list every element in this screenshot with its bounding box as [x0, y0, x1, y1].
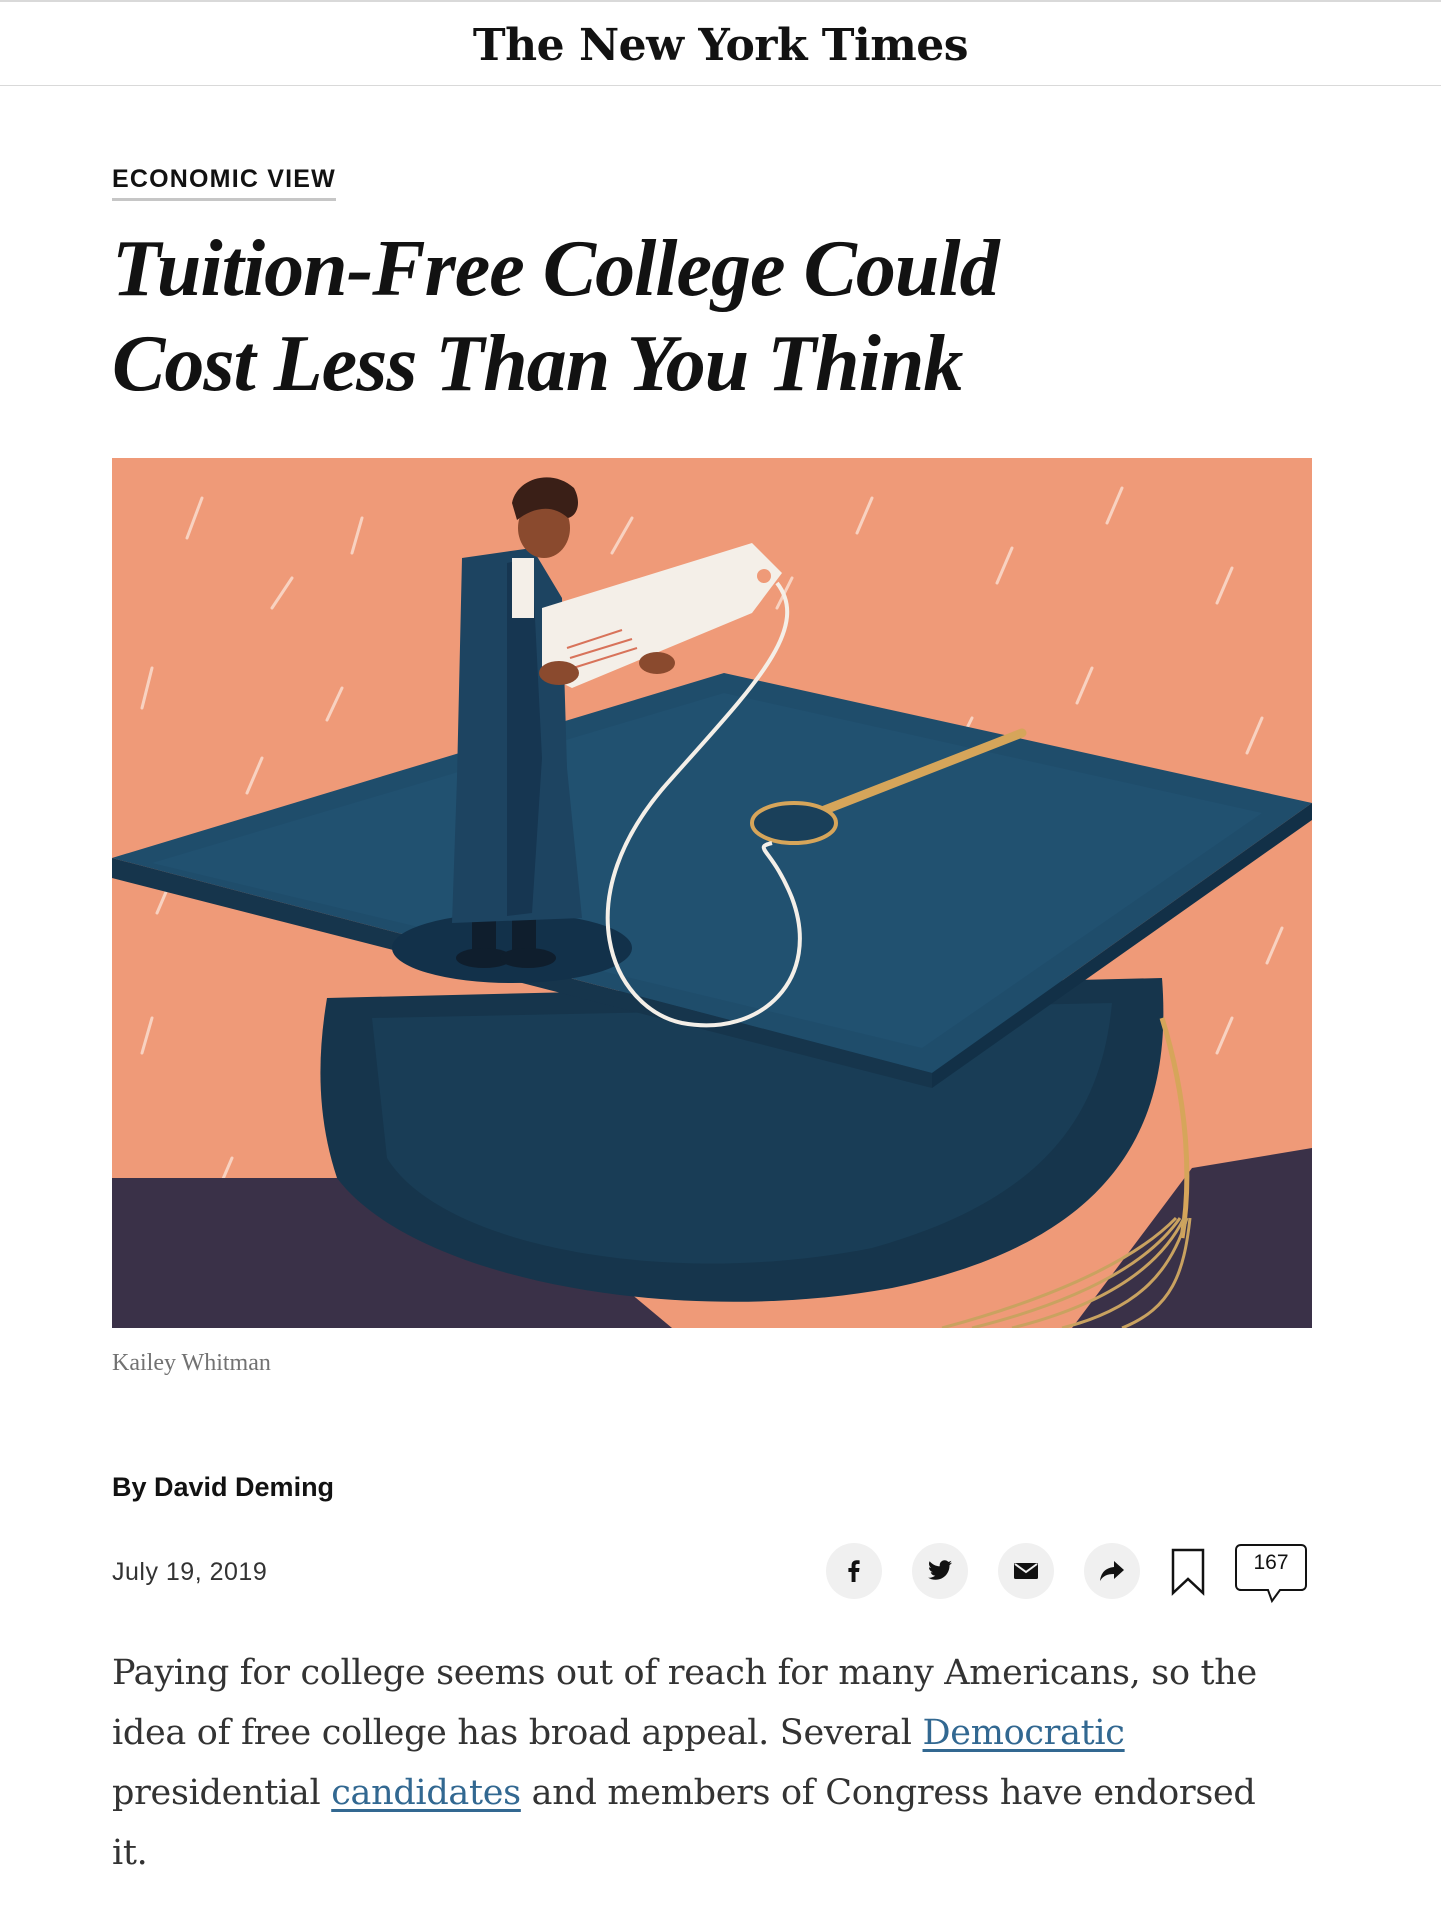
publish-date: July 19, 2019 — [112, 1558, 268, 1586]
nyt-logo[interactable]: The New York Times — [473, 20, 969, 71]
candidates-link[interactable]: candidates — [331, 1773, 521, 1813]
image-credit: Kailey Whitman — [112, 1350, 271, 1376]
twitter-icon — [928, 1560, 952, 1580]
bookmark-icon — [1171, 1548, 1205, 1596]
email-share-button[interactable] — [998, 1543, 1054, 1599]
masthead: The New York Times — [0, 0, 1441, 86]
facebook-share-button[interactable] — [826, 1543, 882, 1599]
article-headline: Tuition-Free College Could Cost Less Tha… — [112, 225, 1000, 408]
paragraph-text: presidential — [112, 1773, 332, 1813]
byline[interactable]: By David Deming — [112, 1472, 334, 1503]
article-paragraph: Paying for college seems out of reach fo… — [112, 1643, 1292, 1883]
comment-count: 167 — [1253, 1551, 1289, 1574]
facebook-icon — [848, 1560, 860, 1582]
section-kicker[interactable]: ECONOMIC VIEW — [112, 165, 336, 201]
democratic-link[interactable]: Democratic — [923, 1713, 1125, 1753]
share-arrow-icon — [1100, 1561, 1124, 1581]
twitter-share-button[interactable] — [912, 1543, 968, 1599]
more-share-button[interactable] — [1084, 1543, 1140, 1599]
email-icon — [1014, 1563, 1038, 1579]
share-toolbar: 167 — [826, 1543, 1308, 1605]
save-article-button[interactable] — [1170, 1547, 1206, 1597]
comments-button[interactable]: 167 — [1234, 1543, 1308, 1605]
hero-illustration — [112, 458, 1312, 1328]
